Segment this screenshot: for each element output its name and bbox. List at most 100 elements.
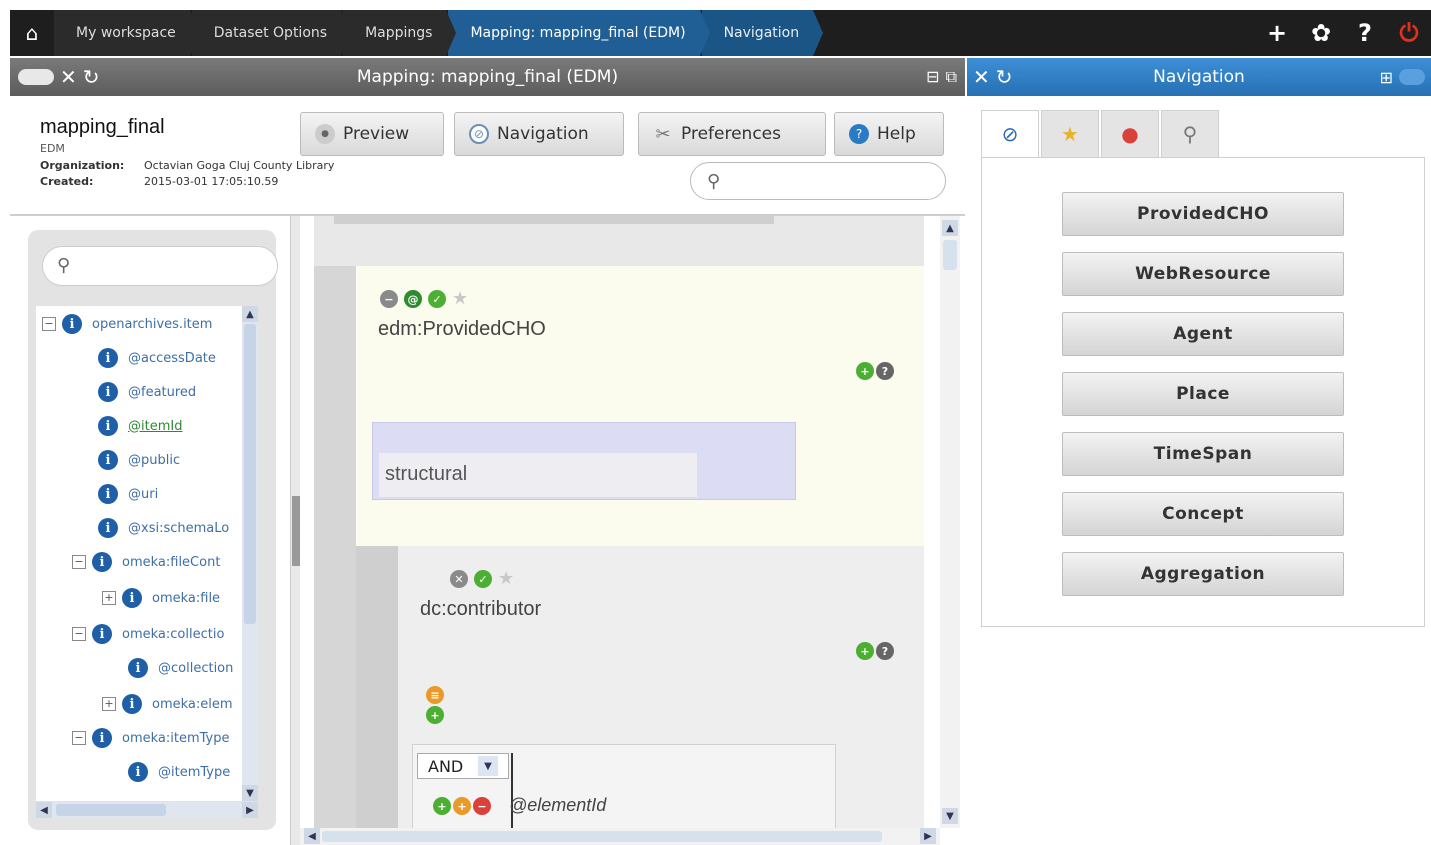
info-icon[interactable]: i	[92, 552, 112, 572]
home-icon[interactable]: ⌂	[10, 10, 54, 56]
help-button[interactable]: ? Help	[834, 112, 944, 156]
condition-element[interactable]: @elementId	[509, 795, 606, 816]
expand-toggle[interactable]: +	[102, 591, 116, 605]
breadcrumb-mappings[interactable]: Mappings	[343, 10, 457, 56]
tree-node[interactable]: i @featured	[98, 382, 196, 402]
scroll-left-arrow[interactable]: ◀	[36, 802, 52, 818]
scrollbar-thumb[interactable]	[943, 240, 957, 270]
help-icon[interactable]: ?	[876, 642, 894, 660]
collapse-toggle[interactable]: −	[42, 317, 56, 331]
add-icon[interactable]: +	[856, 362, 874, 380]
settings-icon[interactable]: ✿	[1299, 19, 1343, 47]
help-icon[interactable]: ?	[1343, 19, 1387, 47]
tree-node[interactable]: + i omeka:file	[102, 588, 220, 608]
navigation-button[interactable]: ⊘ Navigation	[454, 112, 624, 156]
tree-node[interactable]: i @xsi:schemaLo	[98, 518, 229, 538]
info-icon[interactable]: i	[92, 728, 112, 748]
scrollbar-thumb[interactable]	[322, 831, 882, 842]
popout-icon[interactable]: ⧉	[946, 67, 957, 87]
remove-icon[interactable]: ✕	[450, 570, 468, 588]
scroll-left-arrow[interactable]: ◀	[304, 828, 320, 844]
star-icon[interactable]: ★	[452, 290, 468, 308]
minus-icon[interactable]: −	[380, 290, 398, 308]
nav-button-providedcho[interactable]: ProvidedCHO	[1062, 192, 1344, 236]
help-icon[interactable]: ?	[876, 362, 894, 380]
tree-node[interactable]: i @itemType	[128, 762, 230, 782]
tree-node[interactable]: i @public	[98, 450, 180, 470]
info-icon[interactable]: i	[98, 416, 118, 436]
nav-button-webresource[interactable]: WebResource	[1062, 252, 1344, 296]
tree-node[interactable]: − i omeka:itemType	[72, 728, 230, 748]
tree-node[interactable]: i @accessDate	[98, 348, 216, 368]
splitter-grip[interactable]	[292, 496, 300, 566]
tab-errors[interactable]: ●	[1101, 110, 1159, 158]
info-icon[interactable]: i	[128, 762, 148, 782]
panel-splitter[interactable]	[290, 216, 300, 845]
star-icon[interactable]: ★	[498, 570, 514, 588]
scroll-right-arrow[interactable]: ▶	[242, 802, 258, 818]
collapse-toggle[interactable]: −	[72, 627, 86, 641]
check-icon[interactable]: ✓	[474, 570, 492, 588]
collapse-handle[interactable]	[1399, 69, 1425, 85]
scrollbar-thumb[interactable]	[56, 804, 166, 816]
preferences-button[interactable]: ✂ Preferences	[638, 112, 826, 156]
scrollbar-thumb[interactable]	[244, 324, 256, 624]
at-icon[interactable]: @	[404, 290, 422, 308]
tab-bookmarks[interactable]: ★	[1041, 110, 1099, 158]
scroll-right-arrow[interactable]: ▶	[920, 828, 936, 844]
mapping-horizontal-scrollbar[interactable]: ◀ ▶	[300, 828, 940, 845]
remove-icon[interactable]: −	[473, 797, 491, 815]
condition-operator-select[interactable]: AND ▼	[417, 753, 509, 779]
info-icon[interactable]: i	[122, 588, 142, 608]
tree-node[interactable]: i @collection	[128, 658, 233, 678]
tree-node[interactable]: + i omeka:elem	[102, 694, 233, 714]
collapse-handle[interactable]	[18, 69, 54, 85]
check-icon[interactable]: ✓	[428, 290, 446, 308]
expand-toggle[interactable]: +	[102, 697, 116, 711]
tree-node[interactable]: − i omeka:fileCont	[72, 552, 220, 572]
nav-button-place[interactable]: Place	[1062, 372, 1344, 416]
edit-icon[interactable]: +	[453, 797, 471, 815]
breadcrumb-mapping[interactable]: Mapping: mapping_final (EDM)	[448, 10, 710, 56]
tree-node[interactable]: − i omeka:collectio	[72, 624, 224, 644]
info-icon[interactable]: i	[122, 694, 142, 714]
tree-search-input[interactable]: ⚲	[42, 246, 278, 286]
expand-icon[interactable]: ⊞	[1380, 68, 1393, 87]
nav-button-aggregation[interactable]: Aggregation	[1062, 552, 1344, 596]
scroll-down-arrow[interactable]: ▼	[242, 785, 258, 801]
nav-button-timespan[interactable]: TimeSpan	[1062, 432, 1344, 476]
info-icon[interactable]: i	[98, 382, 118, 402]
breadcrumb-navigation[interactable]: Navigation	[701, 10, 823, 56]
scroll-up-arrow[interactable]: ▲	[942, 220, 958, 236]
scroll-up-arrow[interactable]: ▲	[242, 306, 258, 322]
add-condition-icon[interactable]: +	[426, 706, 444, 724]
mapping-search-input[interactable]: ⚲	[690, 162, 946, 200]
info-icon[interactable]: i	[98, 518, 118, 538]
restore-icon[interactable]: ⊟	[926, 67, 939, 87]
info-icon[interactable]: i	[98, 484, 118, 504]
close-icon[interactable]: ✕	[60, 65, 77, 89]
tree-horizontal-scrollbar[interactable]: ◀ ▶	[36, 802, 258, 818]
scroll-down-arrow[interactable]: ▼	[942, 808, 958, 824]
tab-search[interactable]: ⚲	[1161, 110, 1219, 158]
info-icon[interactable]: i	[98, 348, 118, 368]
mapping-vertical-scrollbar[interactable]: ▲ ▼	[940, 216, 960, 828]
info-icon[interactable]: i	[62, 314, 82, 334]
refresh-icon[interactable]: ↻	[83, 65, 100, 89]
info-icon[interactable]: i	[92, 624, 112, 644]
info-icon[interactable]: i	[98, 450, 118, 470]
add-icon[interactable]: +	[433, 797, 451, 815]
info-icon[interactable]: i	[128, 658, 148, 678]
nav-button-agent[interactable]: Agent	[1062, 312, 1344, 356]
tab-navigation[interactable]: ⊘	[981, 110, 1039, 158]
nav-button-concept[interactable]: Concept	[1062, 492, 1344, 536]
tree-node[interactable]: i @uri	[98, 484, 158, 504]
breadcrumb-dataset-options[interactable]: Dataset Options	[191, 10, 352, 56]
power-icon[interactable]: ⏻	[1387, 19, 1431, 47]
breadcrumb-my-workspace[interactable]: My workspace	[54, 10, 200, 56]
add-icon[interactable]: +	[856, 642, 874, 660]
preview-button[interactable]: ● Preview	[300, 112, 444, 156]
tree-vertical-scrollbar[interactable]: ▲ ▼	[242, 306, 258, 801]
tree-node[interactable]: i @itemId	[98, 416, 182, 436]
collapse-toggle[interactable]: −	[72, 731, 86, 745]
